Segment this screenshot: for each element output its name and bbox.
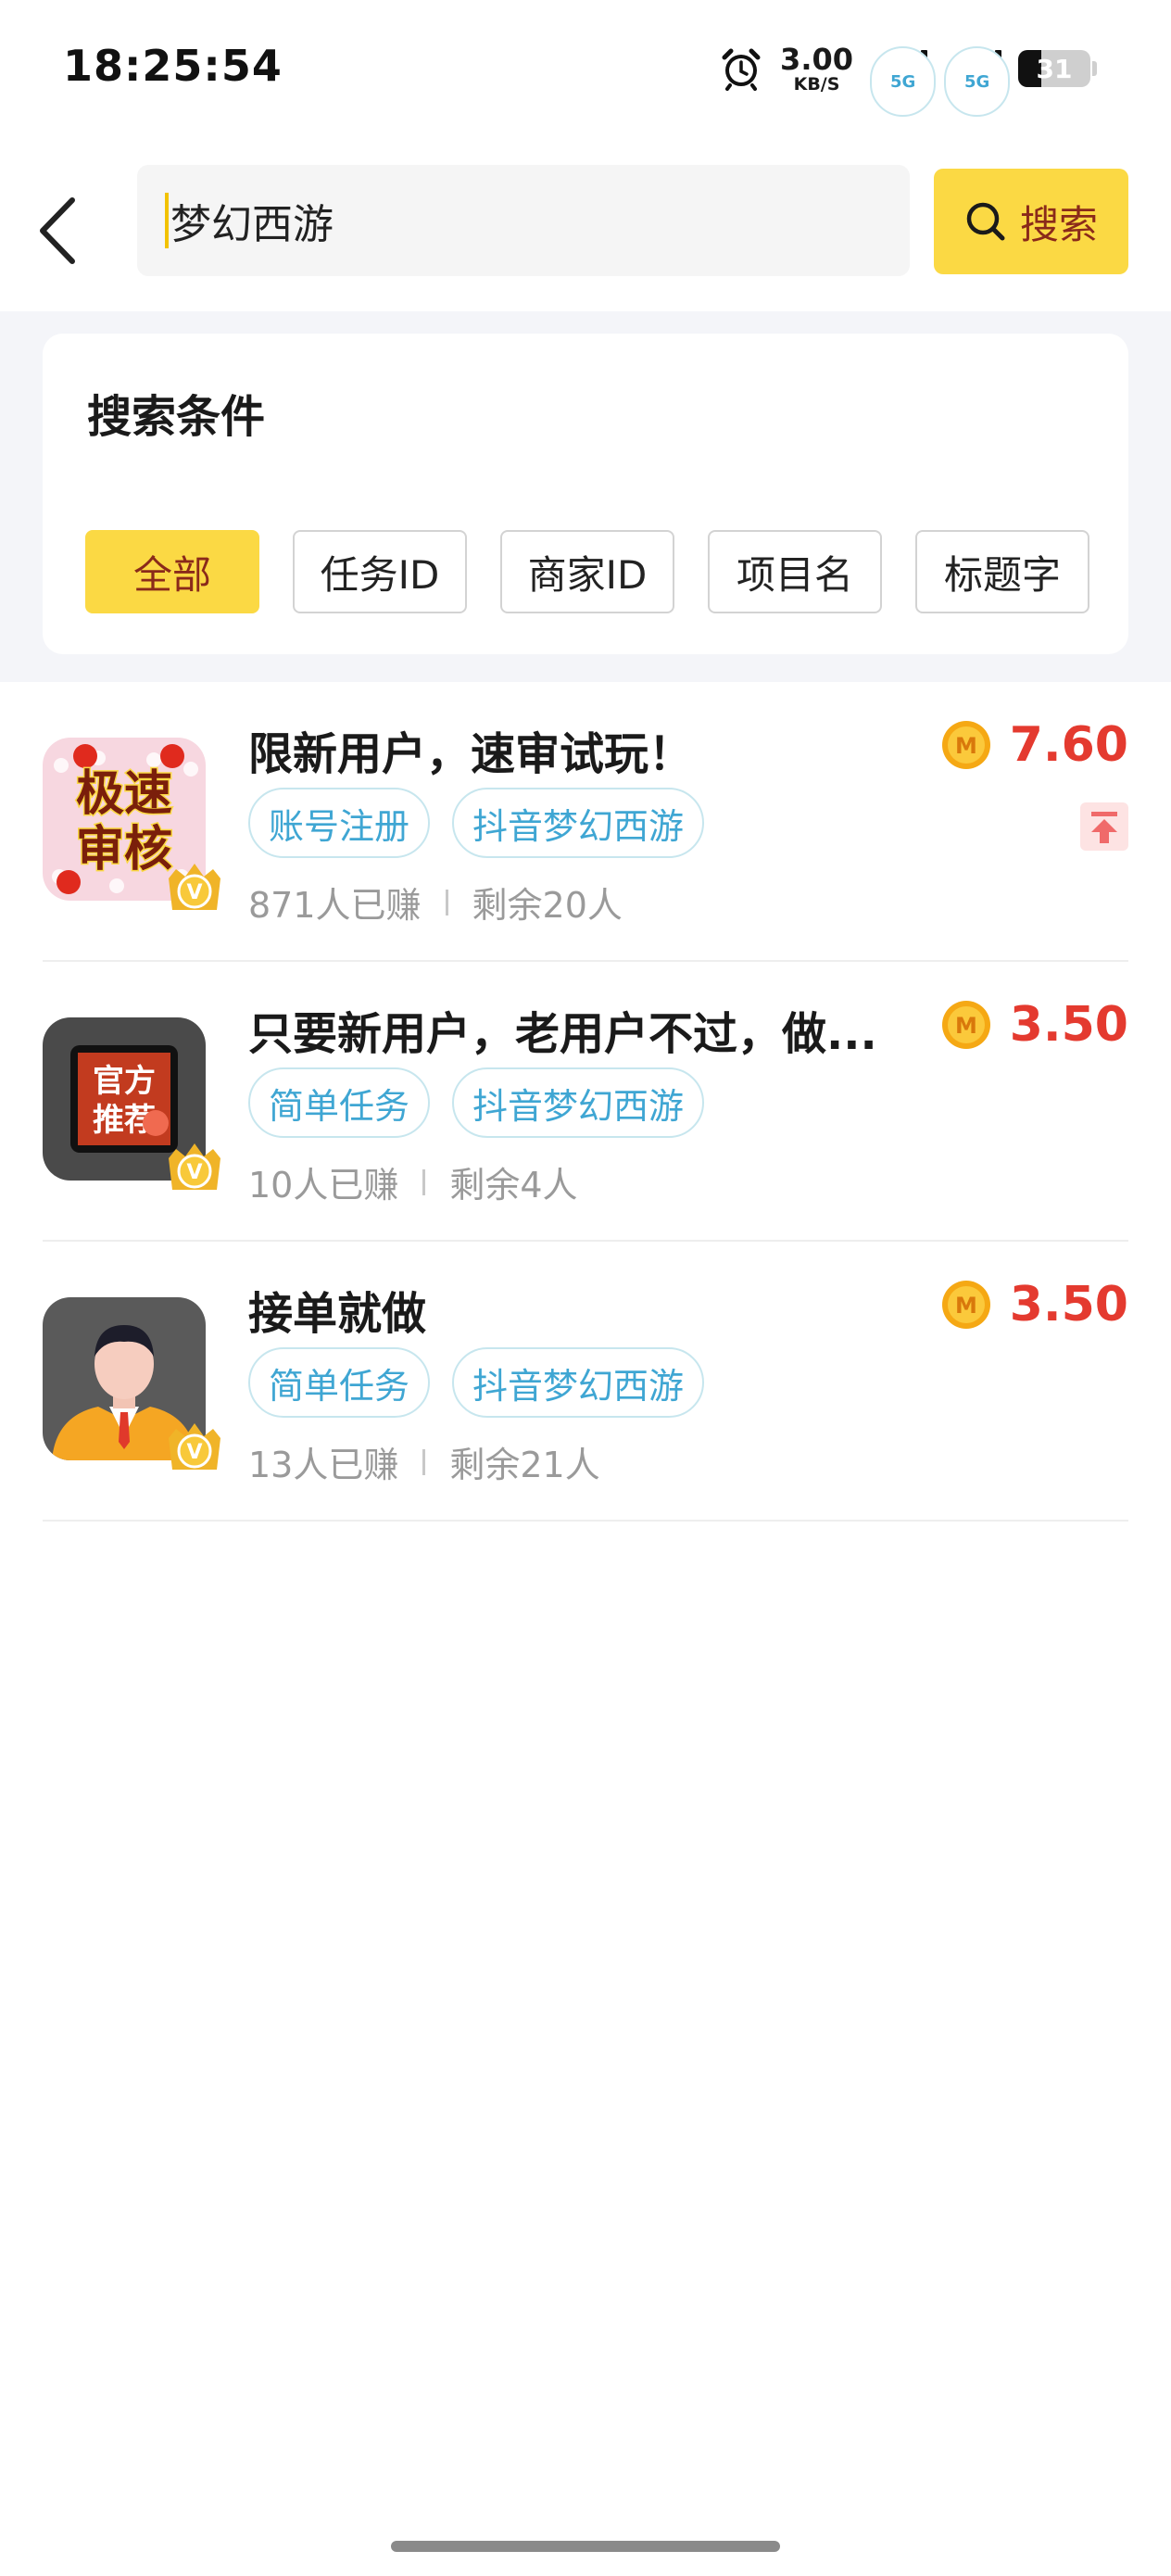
svg-text:V: V <box>186 881 202 904</box>
thumb-text: 极速 <box>76 766 172 822</box>
reward-amount: 3.50 <box>1009 997 1128 1053</box>
condition-chips: 全部 任务ID 商家ID 项目名 标题字 <box>85 530 1089 613</box>
task-tag: 简单任务 <box>248 1067 431 1138</box>
search-button[interactable]: 搜索 <box>934 169 1128 274</box>
task-row[interactable]: 官方 推荐 V 只要新用户，老用户不过，做... 简单任务 抖音梦幻西游 10人… <box>43 962 1128 1242</box>
network-speed: 3.00 KB/S <box>780 41 853 95</box>
search-header: 搜索 <box>0 148 1171 311</box>
search-icon <box>966 202 1005 241</box>
svg-text:M: M <box>955 1293 977 1319</box>
reward-amount: 7.60 <box>1009 717 1128 773</box>
search-box[interactable] <box>137 165 910 276</box>
search-button-label: 搜索 <box>1019 201 1098 247</box>
home-indicator[interactable] <box>391 2541 780 2552</box>
battery-icon: 31 <box>1018 50 1090 87</box>
task-tag: 抖音梦幻西游 <box>452 788 705 858</box>
task-reward: M 3.50 <box>941 997 1128 1053</box>
vip-badge-icon: V <box>169 1143 220 1190</box>
svg-text:V: V <box>186 1441 202 1464</box>
coin-icon: M <box>941 721 990 769</box>
text-cursor <box>165 193 169 248</box>
chip-title-keyword[interactable]: 标题字 <box>915 530 1089 613</box>
signal-icon: 5G <box>870 46 937 117</box>
search-conditions-card: 搜索条件 全部 任务ID 商家ID 项目名 标题字 <box>43 334 1128 654</box>
divider <box>422 1168 426 1195</box>
task-tag: 账号注册 <box>248 788 431 858</box>
earned-count: 13人已赚 <box>248 1445 399 1485</box>
alarm-icon <box>722 48 761 91</box>
chip-task-id[interactable]: 任务ID <box>293 530 467 613</box>
task-reward: M 7.60 <box>941 717 1128 773</box>
remaining-count: 剩余21人 <box>449 1445 600 1485</box>
earned-count: 871人已赚 <box>248 885 422 926</box>
coin-icon: M <box>941 1281 990 1329</box>
divider <box>445 889 448 915</box>
task-tag: 简单任务 <box>248 1347 431 1418</box>
vip-badge-icon: V <box>169 864 220 910</box>
coin-icon: M <box>941 1001 990 1049</box>
search-input[interactable] <box>170 196 875 245</box>
svg-text:M: M <box>955 733 977 759</box>
task-row[interactable]: V 接单就做 简单任务 抖音梦幻西游 13人已赚 剩余21人 M 3.50 <box>43 1242 1128 1522</box>
divider <box>422 1448 426 1475</box>
svg-text:M: M <box>955 1013 977 1039</box>
svg-text:V: V <box>186 1161 202 1184</box>
chip-merchant-id[interactable]: 商家ID <box>500 530 674 613</box>
signal-icon: 5G <box>944 46 1011 117</box>
task-title: 接单就做 <box>248 1288 427 1340</box>
status-bar: 18:25:54 3.00 KB/S 5G 5G 31 <box>0 0 1171 148</box>
remaining-count: 剩余4人 <box>449 1165 578 1206</box>
status-time: 18:25:54 <box>63 41 283 91</box>
task-title: 限新用户，速审试玩！ <box>248 728 694 780</box>
vip-badge-icon: V <box>169 1423 220 1470</box>
thumb-text: 官方 <box>93 1063 156 1100</box>
task-tag: 抖音梦幻西游 <box>452 1067 705 1138</box>
back-icon[interactable] <box>31 189 91 272</box>
task-list: 极速 审核 V 限新用户，速审试玩！ 账号注册 抖音梦幻西游 871人已赚 剩余… <box>0 682 1171 1522</box>
conditions-title: 搜索条件 <box>87 391 266 443</box>
task-title: 只要新用户，老用户不过，做... <box>248 1008 877 1060</box>
remaining-count: 剩余20人 <box>472 885 623 926</box>
task-row[interactable]: 极速 审核 V 限新用户，速审试玩！ 账号注册 抖音梦幻西游 871人已赚 剩余… <box>43 682 1128 962</box>
earned-count: 10人已赚 <box>248 1165 399 1206</box>
task-reward: M 3.50 <box>941 1277 1128 1332</box>
reward-amount: 3.50 <box>1009 1277 1128 1332</box>
chip-project-name[interactable]: 项目名 <box>708 530 882 613</box>
thumb-text: 审核 <box>76 822 172 878</box>
search-conditions-section: 搜索条件 全部 任务ID 商家ID 项目名 标题字 <box>0 311 1171 682</box>
chip-all[interactable]: 全部 <box>85 530 259 613</box>
task-tag: 抖音梦幻西游 <box>452 1347 705 1418</box>
pinned-top-icon <box>1080 802 1128 851</box>
